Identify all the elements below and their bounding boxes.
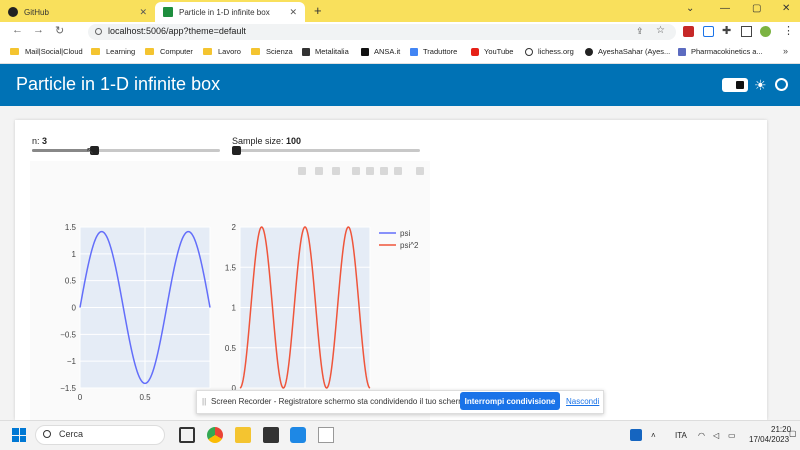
search-icon — [43, 430, 51, 438]
clock-date[interactable]: 17/04/2023 — [749, 435, 789, 444]
legend-entry: psi^2 — [400, 241, 419, 250]
terminal-icon[interactable] — [263, 427, 279, 443]
windows-start-icon[interactable] — [12, 428, 26, 442]
chrome-icon[interactable] — [207, 427, 223, 443]
search-placeholder: Cerca — [59, 429, 84, 439]
y-tick-label: 0.5 — [225, 344, 237, 353]
language-indicator[interactable]: ITA — [675, 431, 687, 440]
y-tick-label: 0 — [72, 304, 77, 313]
y-tick-label: 1.5 — [65, 223, 77, 232]
start-tile — [12, 435, 19, 442]
task-view-icon[interactable] — [179, 427, 195, 443]
y-tick-label: −1 — [67, 357, 77, 366]
speaker-icon[interactable]: ◁ — [713, 431, 719, 440]
start-tile — [19, 435, 26, 442]
hide-link[interactable]: Nascondi — [566, 397, 599, 406]
taskbar-search[interactable] — [35, 425, 165, 445]
y-tick-label: 1 — [232, 304, 237, 313]
vscode-icon[interactable] — [290, 427, 306, 443]
plots-svg: 1.510.50−0.5−1−1.50 0.521.510.50psipsi^2 — [60, 223, 419, 402]
y-tick-label: 1 — [72, 250, 77, 259]
legend-entry: psi — [400, 229, 410, 238]
battery-icon[interactable]: ▭ — [728, 431, 736, 440]
x-tick-label: 0 — [78, 393, 83, 402]
notepad-icon[interactable] — [318, 427, 334, 443]
wifi-icon[interactable]: ◠ — [698, 431, 705, 440]
chevron-up-icon[interactable]: ˄ — [651, 431, 656, 440]
notification-icon[interactable]: ▢ — [789, 429, 797, 438]
y-tick-label: −1.5 — [60, 384, 76, 393]
recorder-message: Screen Recorder - Registratore schermo s… — [211, 397, 472, 406]
y-tick-label: 1.5 — [225, 263, 237, 272]
file-explorer-icon[interactable] — [235, 427, 251, 443]
x-tick-label: 0.5 — [139, 393, 151, 402]
y-tick-label: 0.5 — [65, 277, 77, 286]
defender-icon[interactable] — [630, 429, 642, 441]
y-tick-label: −0.5 — [60, 330, 76, 339]
y-tick-label: 2 — [232, 223, 237, 232]
start-tile — [19, 428, 26, 435]
start-tile — [12, 428, 19, 435]
drag-handle-icon[interactable]: || — [202, 397, 206, 406]
stop-sharing-button[interactable]: Interrompi condivisione — [460, 392, 560, 410]
